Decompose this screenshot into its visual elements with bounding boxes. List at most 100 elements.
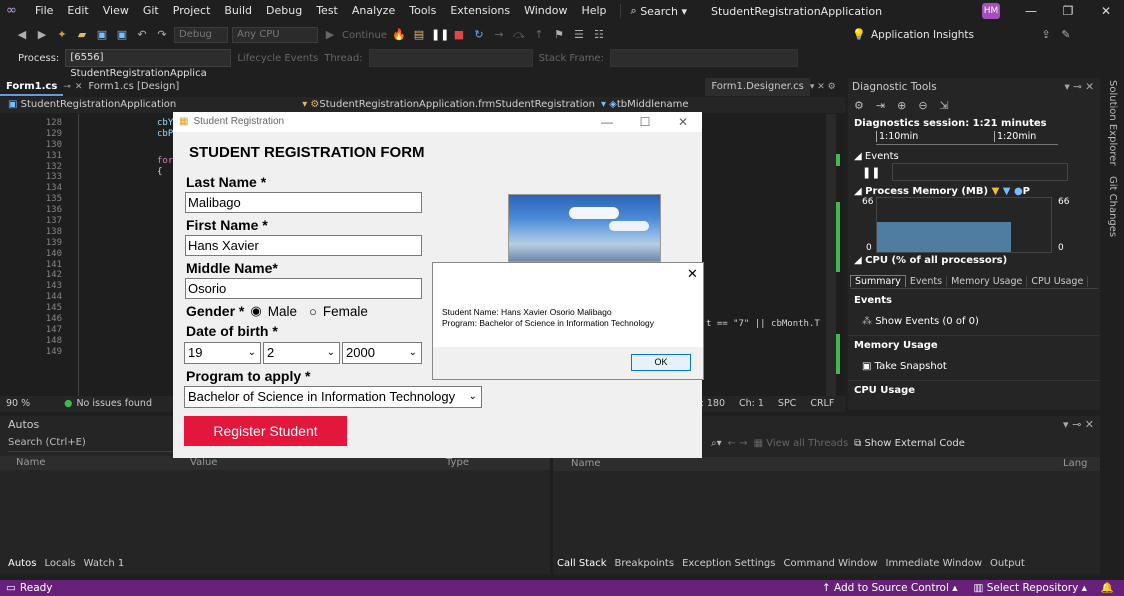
diagnostics-tab-events[interactable]: Events <box>906 275 948 287</box>
stop-icon[interactable]: ■ <box>451 27 467 43</box>
feedback-icon[interactable]: ✎ <box>1058 27 1074 43</box>
close-tab-icon[interactable]: ✕ <box>75 82 83 92</box>
close-button[interactable]: ✕ <box>1088 0 1124 22</box>
last-name-field[interactable]: Malibago <box>185 192 422 213</box>
browser-link-icon[interactable]: ▤ <box>411 27 427 43</box>
menu-item-debug[interactable]: Debug <box>259 0 309 22</box>
editor-scrollbar[interactable] <box>826 114 836 396</box>
form-maximize-button[interactable]: ☐ <box>626 112 664 132</box>
new-project-icon[interactable]: ✦ <box>54 27 70 43</box>
col-value[interactable]: Value <box>174 456 438 470</box>
events-graph[interactable]: ❚❚ <box>848 162 1100 182</box>
pause-icon[interactable]: ❚❚ <box>431 27 449 43</box>
take-snapshot-button[interactable]: ▣ Take Snapshot <box>848 361 1100 372</box>
menu-item-file[interactable]: File <box>28 0 60 22</box>
select-repository-button[interactable]: ▥ Select Repository ▴ <box>973 580 1086 596</box>
reset-zoom-icon[interactable]: ⇲ <box>940 99 949 112</box>
issues-indicator[interactable]: No issues found <box>76 396 152 412</box>
solution-explorer-tab[interactable]: Solution Explorer <box>1107 80 1118 166</box>
menu-item-edit[interactable]: Edit <box>60 0 95 22</box>
col-name[interactable]: Name <box>553 457 1063 471</box>
menu-item-view[interactable]: View <box>96 0 136 22</box>
col-lang[interactable]: Lang <box>1063 457 1087 471</box>
zoom-in-icon[interactable]: ⊕ <box>897 99 906 112</box>
uncomment-icon[interactable]: ☷ <box>591 27 607 43</box>
memory-graph[interactable]: 66 66 0 0 <box>848 197 1100 253</box>
restart-icon[interactable]: ↻ <box>471 27 487 43</box>
tab-immediate-window[interactable]: Immediate Window <box>886 558 983 569</box>
col-name[interactable]: Name <box>0 456 174 470</box>
platform-dropdown[interactable]: Any CPU <box>232 27 318 43</box>
step-out-icon[interactable]: ↑ <box>531 27 547 43</box>
diagnostics-tab-memory-usage[interactable]: Memory Usage <box>947 275 1028 287</box>
panel-controls-icon[interactable]: ▾ ⊸ ✕ <box>1064 78 1100 96</box>
application-insights-dropdown[interactable]: Application Insights <box>871 29 974 41</box>
menu-item-git[interactable]: Git <box>136 0 166 22</box>
tab-locals[interactable]: Locals <box>44 558 75 569</box>
tab-form1-designer[interactable]: Form1.Designer.cs <box>705 78 810 96</box>
whitespace-indicator[interactable]: SPC <box>778 396 796 412</box>
lifecycle-events-dropdown[interactable]: Lifecycle Events <box>237 53 318 64</box>
thread-dropdown[interactable] <box>368 49 533 67</box>
tab-output[interactable]: Output <box>990 558 1025 569</box>
tab-form1-cs[interactable]: Form1.cs <box>0 78 64 96</box>
male-radio[interactable]: ◉ <box>250 303 261 319</box>
first-name-field[interactable]: Hans Xavier <box>185 235 422 256</box>
redo-icon[interactable]: ↷ <box>154 27 170 43</box>
continue-button[interactable]: Continue <box>342 30 387 41</box>
zoom-dropdown[interactable]: 90 % <box>0 396 30 412</box>
process-dropdown[interactable]: [6556] StudentRegistrationApplica <box>65 49 232 79</box>
settings-icon[interactable]: ⚙ <box>854 99 864 112</box>
tab-breakpoints[interactable]: Breakpoints <box>615 558 675 569</box>
register-student-button[interactable]: Register Student <box>184 416 347 446</box>
year-select[interactable]: 2000 ⌄ <box>342 342 422 364</box>
menu-item-test[interactable]: Test <box>309 0 345 22</box>
nav-class-dropdown[interactable]: StudentRegistrationApplication.frmStuden… <box>319 97 595 113</box>
save-icon[interactable]: ▣ <box>94 27 110 43</box>
hot-reload-icon[interactable]: 🔥 <box>391 27 407 43</box>
tab-overflow-icon[interactable]: ▾ ✕ ⚙ <box>810 82 836 92</box>
git-changes-tab[interactable]: Git Changes <box>1107 176 1118 237</box>
menu-item-tools[interactable]: Tools <box>402 0 443 22</box>
save-all-icon[interactable]: ▣ <box>114 27 130 43</box>
avatar[interactable]: HM <box>982 3 1000 19</box>
month-select[interactable]: 2 ⌄ <box>263 342 340 364</box>
menu-item-window[interactable]: Window <box>517 0 574 22</box>
diagnostics-tab-cpu-usage[interactable]: CPU Usage <box>1027 275 1089 287</box>
nav-arrows-icon[interactable]: ← → <box>728 438 748 449</box>
diagnostics-tab-summary[interactable]: Summary <box>850 275 906 287</box>
add-source-control-button[interactable]: ↑ Add to Source Control ▴ <box>822 580 958 596</box>
back-icon[interactable]: ◀ <box>14 27 30 43</box>
bookmark-icon[interactable]: ⚑ <box>551 27 567 43</box>
nav-project-dropdown[interactable]: StudentRegistrationApplication <box>21 97 177 113</box>
menu-item-analyze[interactable]: Analyze <box>345 0 402 22</box>
export-icon[interactable]: ⇥ <box>876 99 885 112</box>
menu-item-extensions[interactable]: Extensions <box>443 0 517 22</box>
female-radio[interactable]: ○ <box>309 304 317 319</box>
menu-item-help[interactable]: Help <box>574 0 613 22</box>
dialog-close-button[interactable]: ✕ <box>687 266 698 282</box>
program-select[interactable]: Bachelor of Science in Information Techn… <box>184 386 482 408</box>
show-events-link[interactable]: ⁂ Show Events (0 of 0) <box>848 316 1100 327</box>
tab-form1-design[interactable]: Form1.cs [Design] <box>82 78 185 96</box>
maximize-button[interactable]: ❐ <box>1050 0 1086 22</box>
step-over-icon[interactable]: ⤼ <box>511 27 527 43</box>
notifications-icon[interactable]: 🔔 <box>1101 580 1114 596</box>
tab-exception-settings[interactable]: Exception Settings <box>682 558 775 569</box>
open-folder-icon[interactable]: ▰ <box>74 27 90 43</box>
ok-button[interactable]: OK <box>631 354 691 371</box>
forward-icon[interactable]: ▶ <box>34 27 50 43</box>
share-icon[interactable]: ⇪ <box>1038 27 1054 43</box>
tab-autos[interactable]: Autos <box>8 558 36 569</box>
stack-frame-dropdown[interactable] <box>609 49 798 67</box>
tab-watch-1[interactable]: Watch 1 <box>84 558 125 569</box>
configuration-dropdown[interactable]: Debug <box>174 27 228 43</box>
undo-icon[interactable]: ↶ <box>134 27 150 43</box>
col-type[interactable]: Type <box>438 456 469 470</box>
view-threads-button[interactable]: ▦ View all Threads <box>754 438 849 449</box>
tab-call-stack[interactable]: Call Stack <box>557 558 607 569</box>
search-icon[interactable]: ⌕▾ <box>711 438 722 449</box>
nav-member-dropdown[interactable]: tbMiddlename <box>617 97 689 113</box>
timeline-ruler[interactable]: 1:10min 1:20min <box>876 129 1058 145</box>
day-select[interactable]: 19 ⌄ <box>184 342 261 364</box>
